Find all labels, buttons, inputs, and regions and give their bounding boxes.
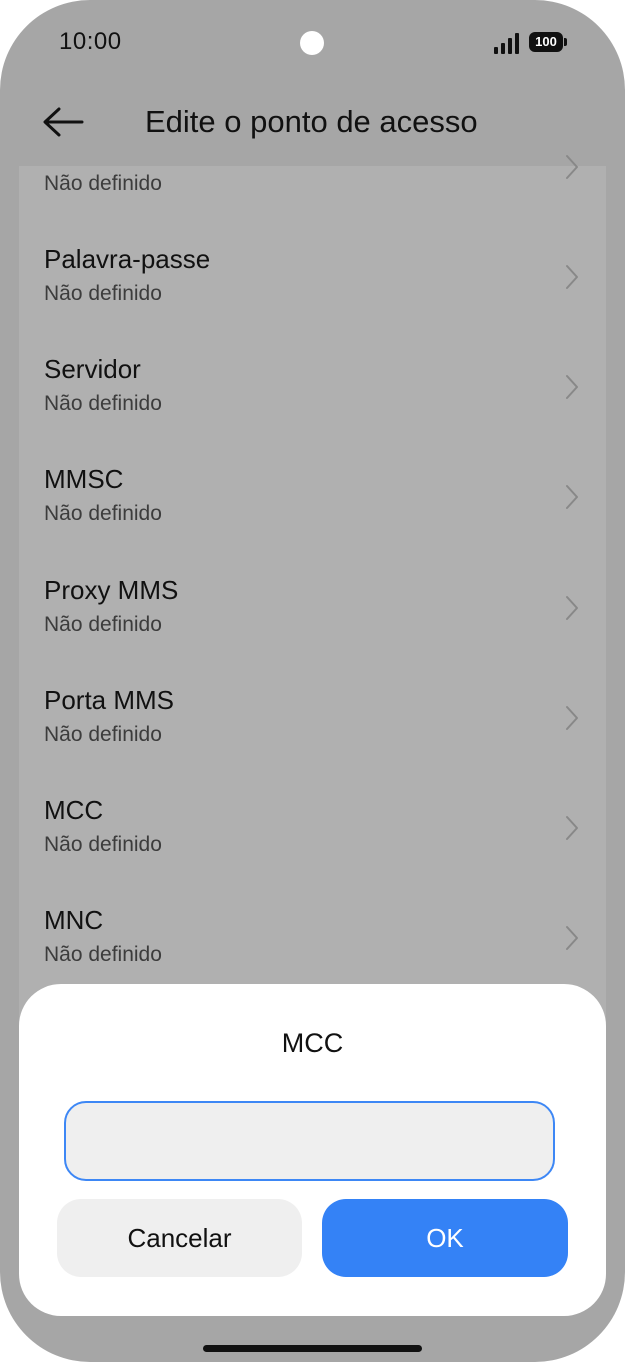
front-camera <box>300 31 324 55</box>
phone-screen: 10:00 100 Edite o ponto de acesso Não de… <box>0 0 625 1362</box>
status-time: 10:00 <box>59 28 122 55</box>
list-item-mmsc[interactable]: MMSC Não definido <box>19 458 606 568</box>
list-item-value: Não definido <box>44 172 162 195</box>
list-item-value: Não definido <box>44 833 162 856</box>
ok-button[interactable]: OK <box>322 1199 568 1277</box>
list-item-value: Não definido <box>44 282 162 305</box>
battery-level: 100 <box>535 34 557 49</box>
list-item-value: Não definido <box>44 723 162 746</box>
signal-strength-icon <box>494 32 522 54</box>
battery-icon: 100 <box>529 32 567 52</box>
list-item-value: Não definido <box>44 392 162 415</box>
chevron-right-icon <box>566 265 578 289</box>
list-item-username[interactable]: Não definido <box>19 128 606 238</box>
chevron-right-icon <box>566 155 578 179</box>
list-item-title: Porta MMS <box>44 685 175 715</box>
list-item-server[interactable]: Servidor Não definido <box>19 348 606 458</box>
list-item-password[interactable]: Palavra-passe Não definido <box>19 238 606 348</box>
chevron-right-icon <box>566 485 578 509</box>
list-item-title: MNC <box>44 905 104 935</box>
list-item-mcc[interactable]: MCC Não definido <box>19 789 606 899</box>
chevron-right-icon <box>566 816 578 840</box>
chevron-right-icon <box>566 596 578 620</box>
status-bar: 10:00 100 <box>0 0 625 88</box>
home-indicator[interactable] <box>203 1345 422 1352</box>
cancel-button[interactable]: Cancelar <box>57 1199 302 1277</box>
list-item-title: MMSC <box>44 464 124 494</box>
dialog-title: MCC <box>281 1028 344 1058</box>
mcc-dialog: MCC Cancelar OK <box>19 984 606 1316</box>
list-item-mms-port[interactable]: Porta MMS Não definido <box>19 679 606 789</box>
list-item-title: MCC <box>44 795 104 825</box>
list-item-title: Proxy MMS <box>44 575 179 605</box>
list-item-value: Não definido <box>44 943 162 966</box>
mcc-input[interactable] <box>64 1101 555 1181</box>
chevron-right-icon <box>566 706 578 730</box>
chevron-right-icon <box>566 926 578 950</box>
list-item-value: Não definido <box>44 502 162 525</box>
list-item-title: Servidor <box>44 354 141 384</box>
list-item-value: Não definido <box>44 613 162 636</box>
list-item-mms-proxy[interactable]: Proxy MMS Não definido <box>19 569 606 679</box>
list-item-title: Palavra-passe <box>44 244 211 274</box>
chevron-right-icon <box>566 375 578 399</box>
